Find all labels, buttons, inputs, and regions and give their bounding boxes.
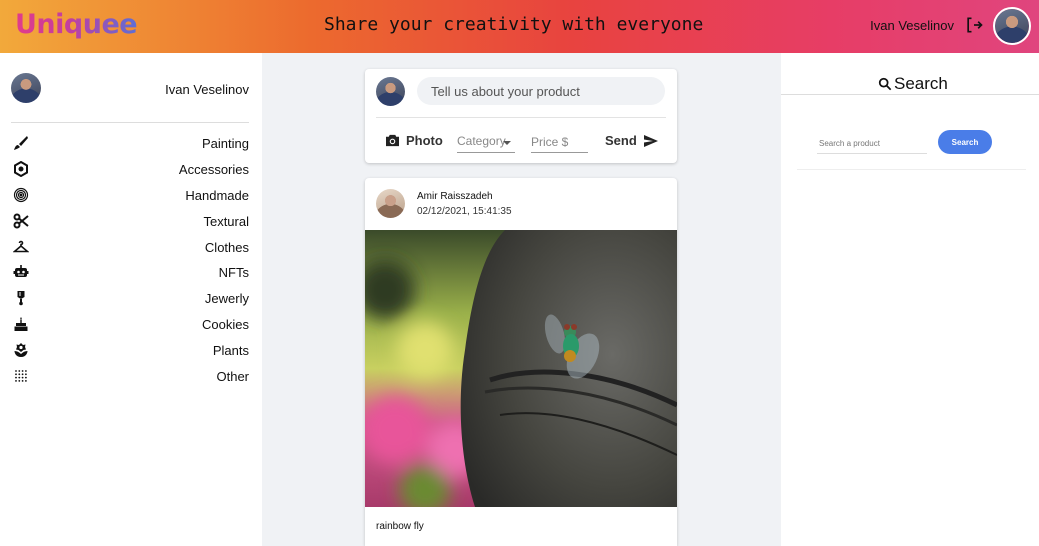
send-icon: [643, 134, 658, 147]
category-label: Clothes: [204, 239, 249, 255]
camera-icon: [386, 134, 399, 147]
fly-photo: [365, 230, 677, 507]
post-caption: rainbow fly: [376, 521, 424, 532]
fingerprint-icon: [13, 187, 29, 202]
scissors-icon: [13, 213, 29, 229]
search-input[interactable]: [817, 133, 927, 154]
right-sidebar: Search Search: [781, 53, 1039, 546]
sidebar-avatar[interactable]: [11, 73, 41, 103]
tagline: Share your creativity with everyone: [324, 14, 704, 35]
category-cookies[interactable]: Cookies: [0, 312, 262, 338]
search-heading: Search: [878, 74, 948, 94]
sidebar-user-name[interactable]: Ivan Veselinov: [165, 82, 249, 97]
search-button[interactable]: Search: [938, 130, 992, 154]
flower-icon: [14, 343, 28, 358]
brush-icon: [14, 136, 28, 150]
search-results-divider: [797, 169, 1026, 170]
left-sidebar: Ivan Veselinov Painting Accessories Hand…: [0, 53, 262, 546]
send-label: Send: [605, 133, 637, 148]
medal-icon: [17, 291, 25, 306]
cake-icon: [14, 317, 28, 332]
post-timestamp: 02/12/2021, 15:41:35: [417, 206, 512, 217]
search-icon: [878, 77, 892, 91]
caret-down-icon: [503, 141, 511, 145]
accessories-icon: [14, 160, 28, 177]
post-card: Amir Raisszadeh 02/12/2021, 15:41:35 rai…: [365, 178, 677, 546]
app-logo[interactable]: Uniquee: [15, 9, 138, 40]
category-label: Jewerly: [204, 291, 249, 307]
category-label: Plants: [212, 343, 249, 359]
post-image[interactable]: [365, 230, 677, 507]
composer-avatar: [376, 77, 405, 106]
category-other[interactable]: Other: [0, 364, 262, 390]
category-label: Handmade: [185, 187, 249, 203]
category-select[interactable]: Category: [457, 129, 515, 153]
category-list: Painting Accessories Handmade Textural C…: [0, 131, 262, 390]
category-label: Cookies: [202, 317, 249, 333]
category-jewerly[interactable]: Jewerly: [0, 286, 262, 312]
hanger-icon: [13, 240, 29, 252]
app-header: Uniquee Share your creativity with every…: [0, 0, 1039, 53]
header-avatar[interactable]: [993, 7, 1031, 45]
category-label: Painting: [202, 136, 249, 151]
sidebar-divider: [11, 122, 249, 123]
search-divider: [781, 94, 1039, 95]
post-composer: Photo Category Send: [365, 69, 677, 163]
category-clothes[interactable]: Clothes: [0, 235, 262, 261]
dots-grid-icon: [15, 370, 27, 382]
product-description-input[interactable]: [417, 77, 665, 105]
category-accessories[interactable]: Accessories: [0, 157, 262, 183]
photo-button[interactable]: Photo: [385, 133, 443, 148]
send-button[interactable]: Send: [605, 133, 659, 148]
category-label: NFTs: [218, 265, 249, 281]
header-user-name: Ivan Veselinov: [870, 18, 954, 33]
robot-icon: [13, 265, 29, 278]
search-title-label: Search: [894, 74, 948, 93]
logout-icon[interactable]: [964, 15, 984, 35]
photo-label: Photo: [406, 133, 443, 148]
category-label: Accessories: [178, 161, 249, 177]
category-label: Textural: [203, 213, 249, 229]
category-textural[interactable]: Textural: [0, 209, 262, 235]
category-handmade[interactable]: Handmade: [0, 183, 262, 209]
category-painting[interactable]: Painting: [0, 131, 262, 157]
category-label: Other: [216, 369, 249, 385]
post-author-avatar[interactable]: [376, 189, 405, 218]
category-nfts[interactable]: NFTs: [0, 260, 262, 286]
composer-divider: [376, 117, 666, 118]
category-plants[interactable]: Plants: [0, 338, 262, 364]
category-select-label: Category: [457, 134, 506, 148]
price-input[interactable]: [531, 129, 588, 153]
post-author-name[interactable]: Amir Raisszadeh: [417, 191, 493, 202]
